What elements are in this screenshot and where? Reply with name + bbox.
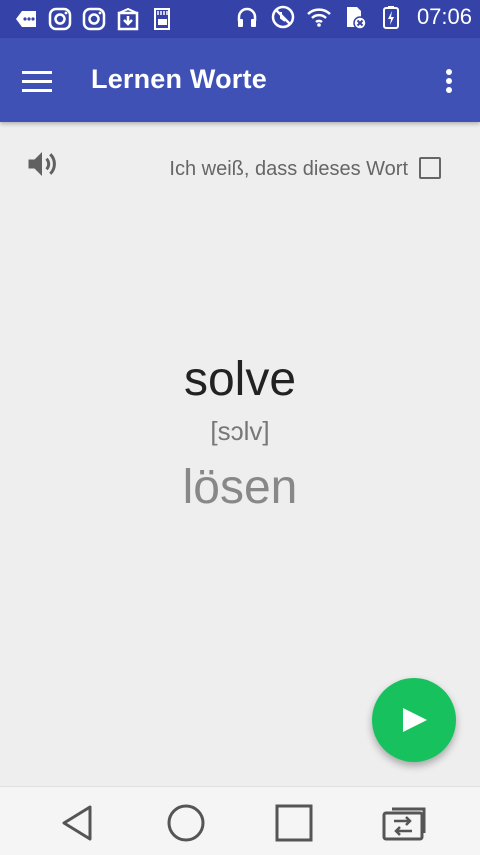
app-bar: Lernen Worte [0,38,480,122]
wifi-icon [307,8,331,27]
play-icon [403,708,427,732]
headphones-icon [237,7,257,27]
status-bar: 07:06 [0,0,480,38]
download-box-icon [117,7,139,31]
navigation-bar [0,786,480,855]
switch-button[interactable] [380,801,426,845]
word: solve [183,353,297,406]
translation: lösen [182,461,298,514]
instagram-icon [82,7,106,31]
known-word-label: Ich weiß, dass dieses Wort [169,158,408,180]
do-not-disturb-icon [271,5,295,29]
known-word-checkbox[interactable] [419,157,441,179]
page-title: Lernen Worte [91,64,267,94]
status-left-icons [14,6,174,32]
home-button[interactable] [164,801,208,845]
recents-icon [275,804,313,842]
hamburger-icon [22,71,52,92]
switch-icon [382,807,426,841]
status-right-icons: 07:06 [235,4,472,30]
sd-card-icon [154,8,170,30]
volume-icon [28,152,56,176]
more-options-button[interactable] [442,64,456,98]
recents-button[interactable] [272,801,316,845]
back-icon [62,805,92,841]
clock: 07:06 [416,4,472,29]
back-button[interactable] [56,801,100,845]
message-icon [16,11,36,27]
pronounce-button[interactable] [24,146,60,182]
menu-button[interactable] [22,64,62,98]
transcription: [sɔlv] [210,416,270,446]
instagram-icon [48,7,72,31]
next-word-button[interactable] [372,678,456,762]
battery-charging-icon [382,6,399,29]
sim-x-icon [346,7,367,30]
home-icon [167,804,205,842]
more-vert-icon [446,69,452,93]
